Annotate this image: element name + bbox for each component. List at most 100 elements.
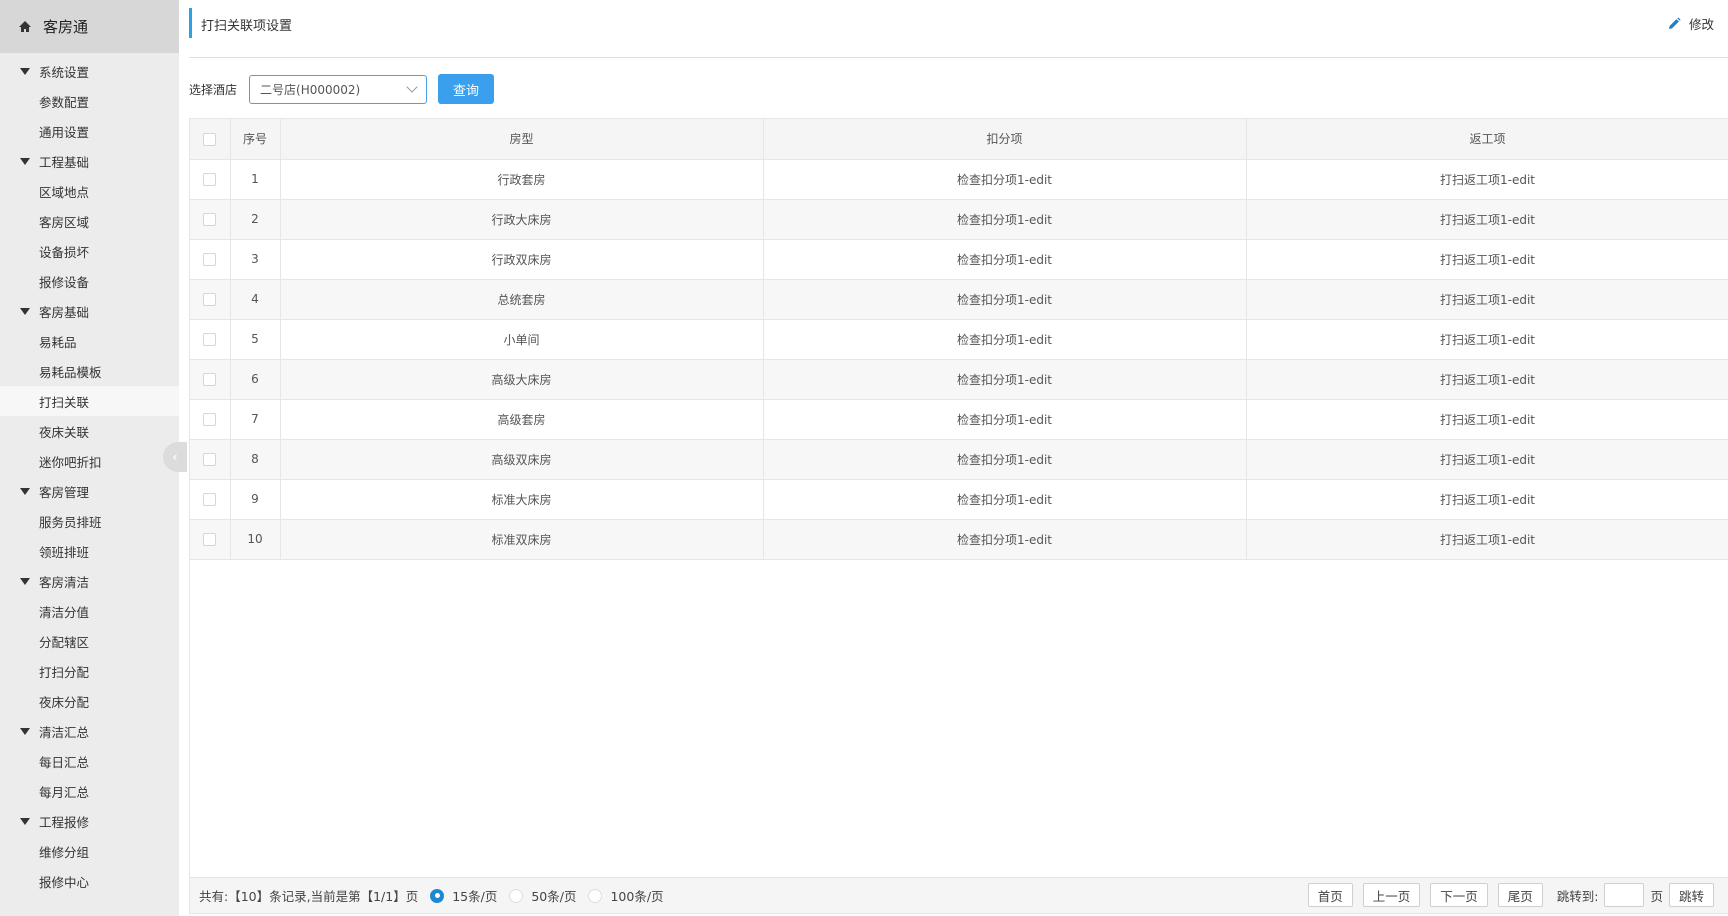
sidebar-item[interactable]: 易耗品 [0, 326, 179, 356]
row-checkbox[interactable] [203, 373, 217, 386]
sidebar-item[interactable]: 服务员排班 [0, 506, 179, 536]
row-checkbox[interactable] [203, 213, 217, 226]
sidebar-group[interactable]: 工程基础 [0, 146, 179, 176]
sidebar-group[interactable]: 客房基础 [0, 296, 179, 326]
cell-rework: 打扫返工项1-edit [1246, 519, 1728, 560]
table-row[interactable]: 10 标准双床房 检查扣分项1-edit 打扫返工项1-edit [190, 519, 1728, 560]
app-header[interactable]: 客房通 [0, 0, 179, 53]
sidebar-group-label: 客房管理 [39, 484, 90, 500]
chevron-down-icon [406, 80, 418, 93]
sidebar-item[interactable]: 每日汇总 [0, 746, 179, 776]
page-size-50-option[interactable]: 50条/页 [509, 886, 576, 905]
column-header-deduction[interactable]: 扣分项 [763, 119, 1247, 160]
sidebar-item[interactable]: 迷你吧折扣 [0, 446, 179, 476]
sidebar-item[interactable]: 清洁分值 [0, 596, 179, 626]
page-size-15-option[interactable]: 15条/页 [430, 886, 497, 905]
select-all-checkbox[interactable] [203, 132, 217, 146]
cell-deduction: 检查扣分项1-edit [763, 359, 1247, 400]
sidebar-group[interactable]: 清洁汇总 [0, 716, 179, 746]
sidebar-item[interactable]: 维修分组 [0, 836, 179, 866]
hotel-select[interactable]: 二号店(H000002) [249, 74, 428, 104]
query-button[interactable]: 查询 [438, 74, 495, 104]
sidebar-item[interactable]: 报修设备 [0, 266, 179, 296]
cell-no: 1 [230, 159, 281, 200]
sidebar-group-label: 工程基础 [39, 154, 90, 170]
cell-room-type: 行政双床房 [280, 239, 764, 280]
edit-button[interactable]: 修改 [1667, 14, 1714, 33]
sidebar-item[interactable]: 通用设置 [0, 116, 179, 146]
row-checkbox[interactable] [203, 293, 217, 306]
caret-down-icon [20, 67, 30, 75]
row-checkbox-cell [190, 239, 231, 280]
cell-deduction: 检查扣分项1-edit [763, 519, 1247, 560]
table-row[interactable]: 9 标准大床房 检查扣分项1-edit 打扫返工项1-edit [190, 479, 1728, 520]
sidebar-item[interactable]: 报修中心 [0, 866, 179, 896]
sidebar-item[interactable]: 参数配置 [0, 86, 179, 116]
sidebar-item[interactable]: 领班排班 [0, 536, 179, 566]
cell-deduction: 检查扣分项1-edit [763, 199, 1247, 240]
sidebar-item[interactable]: 夜床关联 [0, 416, 179, 446]
row-checkbox[interactable] [203, 253, 217, 266]
cell-no: 8 [230, 439, 281, 480]
cell-rework: 打扫返工项1-edit [1246, 319, 1728, 360]
row-checkbox[interactable] [203, 493, 217, 506]
cell-rework: 打扫返工项1-edit [1246, 159, 1728, 200]
sidebar-item[interactable]: 区域地点 [0, 176, 179, 206]
cell-no: 4 [230, 279, 281, 320]
table-row[interactable]: 1 行政套房 检查扣分项1-edit 打扫返工项1-edit [190, 159, 1728, 200]
table-row[interactable]: 5 小单间 检查扣分项1-edit 打扫返工项1-edit [190, 319, 1728, 360]
row-checkbox-cell [190, 479, 231, 520]
cell-no: 7 [230, 399, 281, 440]
row-checkbox[interactable] [203, 173, 217, 186]
cell-rework: 打扫返工项1-edit [1246, 279, 1728, 320]
next-page-button[interactable]: 下一页 [1430, 883, 1488, 907]
sidebar-group-label: 客房基础 [39, 304, 90, 320]
hotel-select-value: 二号店(H000002) [260, 82, 361, 97]
cell-rework: 打扫返工项1-edit [1246, 359, 1728, 400]
column-header-room-type[interactable]: 房型 [280, 119, 764, 160]
row-checkbox[interactable] [203, 533, 217, 546]
sidebar-item[interactable]: 夜床分配 [0, 686, 179, 716]
table-row[interactable]: 2 行政大床房 检查扣分项1-edit 打扫返工项1-edit [190, 199, 1728, 240]
last-page-button[interactable]: 尾页 [1497, 883, 1543, 907]
table-row[interactable]: 3 行政双床房 检查扣分项1-edit 打扫返工项1-edit [190, 239, 1728, 280]
sidebar-item[interactable]: 设备损坏 [0, 236, 179, 266]
pagination-bar: 共有:【10】条记录,当前是第【1/1】页 15条/页 50条/页 100条/页… [189, 877, 1728, 914]
sidebar: 客房通 系统设置 参数配置 通用设置工程基础区域地点 客房区域 设备损坏 报修设备客房基础… [0, 0, 187, 916]
row-checkbox[interactable] [203, 413, 217, 426]
jump-button[interactable]: 跳转 [1668, 883, 1714, 907]
sidebar-group[interactable]: 客房清洁 [0, 566, 179, 596]
cell-deduction: 检查扣分项1-edit [763, 439, 1247, 480]
table-row[interactable]: 7 高级套房 检查扣分项1-edit 打扫返工项1-edit [190, 399, 1728, 440]
row-checkbox[interactable] [203, 453, 217, 466]
page-size-label: 50条/页 [531, 889, 577, 904]
row-checkbox-cell [190, 319, 231, 360]
row-checkbox[interactable] [203, 333, 217, 346]
column-header-rework[interactable]: 返工项 [1246, 119, 1728, 160]
page-size-label: 15条/页 [452, 889, 498, 904]
table-row[interactable]: 8 高级双床房 检查扣分项1-edit 打扫返工项1-edit [190, 439, 1728, 480]
column-header-no[interactable]: 序号 [230, 119, 281, 160]
sidebar-group-label: 工程报修 [39, 814, 90, 830]
cell-room-type: 小单间 [280, 319, 764, 360]
jump-page-input[interactable] [1604, 883, 1645, 907]
sidebar-item[interactable]: 分配辖区 [0, 626, 179, 656]
pagination-controls: 首页 上一页 下一页 尾页 跳转到: 页 跳转 [1298, 883, 1714, 907]
table-row[interactable]: 6 高级大床房 检查扣分项1-edit 打扫返工项1-edit [190, 359, 1728, 400]
radio-selected-icon [430, 888, 445, 903]
sidebar-item[interactable]: 客房区域 [0, 206, 179, 236]
first-page-button[interactable]: 首页 [1307, 883, 1353, 907]
sidebar-item[interactable]: 每月汇总 [0, 776, 179, 806]
sidebar-group[interactable]: 客房管理 [0, 476, 179, 506]
sidebar-item[interactable]: 打扫分配 [0, 656, 179, 686]
page-size-100-option[interactable]: 100条/页 [588, 886, 664, 905]
sidebar-group[interactable]: 系统设置 [0, 56, 179, 86]
table-row[interactable]: 4 总统套房 检查扣分项1-edit 打扫返工项1-edit [190, 279, 1728, 320]
sidebar-item[interactable]: 打扫关联 [0, 386, 179, 416]
sidebar-group[interactable]: 工程报修 [0, 806, 179, 836]
cell-room-type: 总统套房 [280, 279, 764, 320]
sidebar-item[interactable]: 易耗品模板 [0, 356, 179, 386]
prev-page-button[interactable]: 上一页 [1362, 883, 1421, 907]
cell-room-type: 高级大床房 [280, 359, 764, 400]
cell-room-type: 高级双床房 [280, 439, 764, 480]
